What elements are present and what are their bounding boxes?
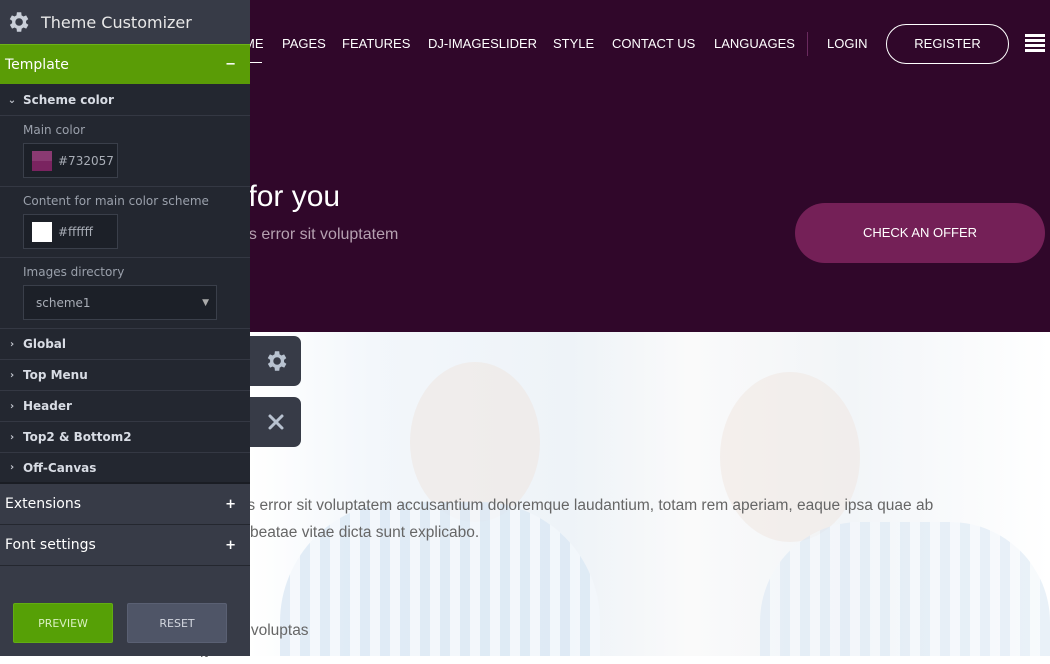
subgroup-off-canvas[interactable]: › Off-Canvas xyxy=(0,453,250,484)
template-subgroups: ⌄ Scheme color Main color #732057 Conten… xyxy=(0,85,250,484)
group-label: Font settings xyxy=(5,537,96,553)
color-value: #ffffff xyxy=(58,224,93,239)
color-swatch xyxy=(32,221,52,242)
group-extensions[interactable]: Extensions + xyxy=(0,484,250,525)
group-label: Template xyxy=(5,56,69,73)
subgroup-header[interactable]: › Header xyxy=(0,391,250,422)
section-text-line: hitecto beatae vitae dicta sunt explicab… xyxy=(200,524,480,541)
subgroup-label: Top2 & Bottom2 xyxy=(23,430,132,444)
images-directory-select[interactable]: scheme1 ▼ xyxy=(23,285,217,320)
subgroup-top-menu[interactable]: › Top Menu xyxy=(0,360,250,391)
chevron-right-icon: › xyxy=(9,462,15,473)
expand-icon[interactable]: + xyxy=(225,538,236,553)
subgroup-global[interactable]: › Global xyxy=(0,329,250,360)
chevron-right-icon: › xyxy=(9,338,15,350)
theme-customizer-panel: Theme Customizer Template − ⌄ Scheme col… xyxy=(0,0,250,656)
group-label: Extensions xyxy=(5,496,82,512)
chevron-down-icon: ⌄ xyxy=(7,94,17,106)
field-main-color: Main color #732057 xyxy=(0,116,250,187)
color-value: #732057 xyxy=(58,153,114,168)
color-swatch xyxy=(32,150,52,171)
gear-icon xyxy=(9,12,29,32)
main-color-picker[interactable]: #732057 xyxy=(23,143,118,178)
expand-icon[interactable]: + xyxy=(225,497,236,512)
close-icon xyxy=(268,414,283,430)
subgroup-top2-bottom2[interactable]: › Top2 & Bottom2 xyxy=(0,422,250,453)
nav-item-pages[interactable]: PAGES xyxy=(282,24,326,64)
subgroup-label: Global xyxy=(23,337,67,351)
field-label: Main color xyxy=(23,123,86,137)
collapse-icon[interactable]: − xyxy=(225,57,236,72)
section-text: te natus error sit voluptatem accusantiu… xyxy=(200,492,1050,546)
chevron-right-icon: › xyxy=(9,400,15,412)
subgroup-scheme-color[interactable]: ⌄ Scheme color xyxy=(0,85,250,116)
field-label: Content for main color scheme xyxy=(23,194,209,208)
subgroup-label: Top Menu xyxy=(23,368,88,382)
nav-item-features[interactable]: FEATURES xyxy=(342,24,410,64)
group-template[interactable]: Template − xyxy=(0,44,250,85)
preview-button[interactable]: PREVIEW xyxy=(13,603,113,643)
login-link[interactable]: LOGIN xyxy=(827,24,867,64)
subgroup-label: Scheme color xyxy=(23,93,114,107)
nav-item-languages[interactable]: LANGUAGES xyxy=(714,24,795,64)
nav-item-dj-imageslider[interactable]: DJ-IMAGESLIDER xyxy=(428,24,537,64)
gear-icon xyxy=(267,351,286,371)
panel-actions: PREVIEW RESET xyxy=(0,570,250,656)
nav-item-style[interactable]: STYLE xyxy=(553,24,594,64)
check-offer-button[interactable]: CHECK AN OFFER xyxy=(795,203,1045,263)
panel-header: Theme Customizer xyxy=(0,0,250,44)
customizer-gear-button[interactable] xyxy=(250,336,301,386)
dropdown-arrow-icon: ▼ xyxy=(202,297,209,308)
select-value: scheme1 xyxy=(36,295,91,310)
field-content-color: Content for main color scheme #ffffff xyxy=(0,187,250,258)
panel-title: Theme Customizer xyxy=(41,12,192,32)
hamburger-icon[interactable] xyxy=(1025,34,1045,52)
chevron-right-icon: › xyxy=(9,431,15,443)
reset-button[interactable]: RESET xyxy=(127,603,227,643)
field-label: Images directory xyxy=(23,265,125,279)
customizer-close-button[interactable] xyxy=(250,397,301,447)
field-images-directory: Images directory scheme1 ▼ xyxy=(0,258,250,329)
section-text-line: te natus error sit voluptatem accusantiu… xyxy=(200,497,934,514)
nav-divider xyxy=(807,32,808,56)
subgroup-label: Off-Canvas xyxy=(23,460,97,475)
content-color-picker[interactable]: #ffffff xyxy=(23,214,118,249)
chevron-right-icon: › xyxy=(9,369,15,381)
nav-item-contact-us[interactable]: CONTACT US xyxy=(612,24,695,64)
subgroup-label: Header xyxy=(23,399,72,413)
group-font-settings[interactable]: Font settings + xyxy=(0,525,250,566)
register-button[interactable]: REGISTER xyxy=(886,24,1009,64)
